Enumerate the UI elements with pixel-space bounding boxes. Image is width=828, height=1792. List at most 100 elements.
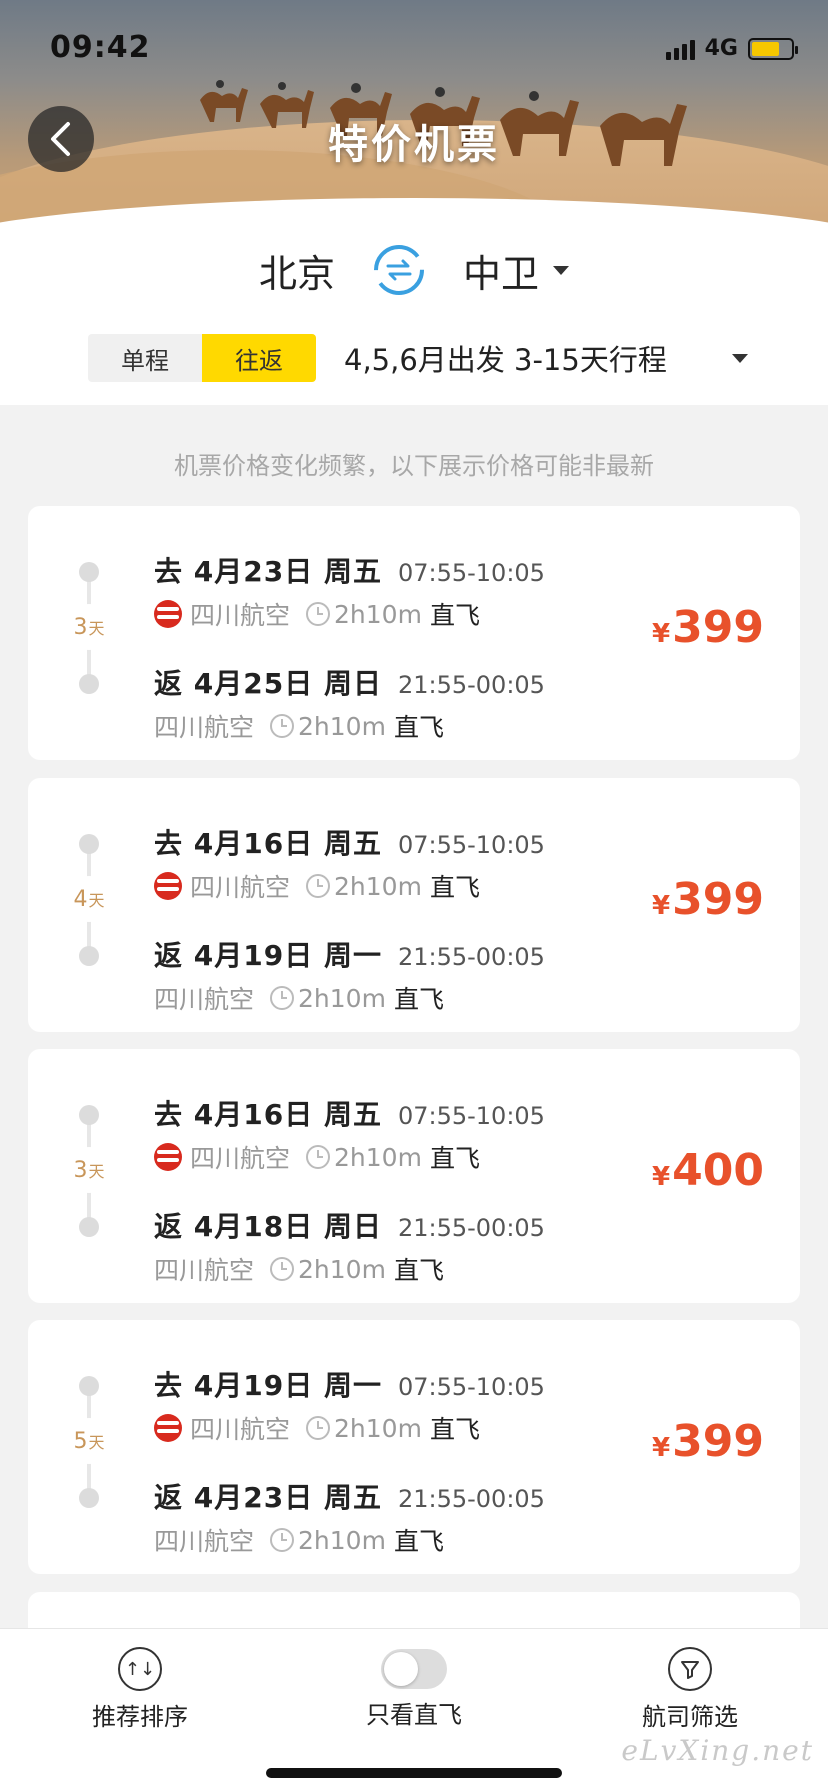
home-indicator — [266, 1768, 562, 1778]
trip-days-badge: 5天 — [66, 1418, 112, 1464]
status-time: 09:42 — [50, 30, 151, 65]
clock-icon — [270, 714, 295, 738]
price-value: 399 — [672, 874, 764, 925]
signal-icon — [665, 38, 695, 60]
flight-type: 直飞 — [429, 1144, 480, 1173]
trip-options: 单程 往返 4,5,6月出发 3-15天行程 — [88, 334, 748, 382]
sichuan-airlines-logo-icon — [154, 1143, 182, 1171]
one-way-tab[interactable]: 单程 — [88, 334, 202, 382]
airline-filter-label: 航司筛选 — [642, 1703, 738, 1731]
outbound-time: 07:55-10:05 — [397, 831, 545, 859]
flight-card[interactable]: 3天 去 4月16日 周五 07:55-10:05 四川航空 2h10m 直飞 … — [28, 1049, 800, 1303]
swap-icon[interactable] — [371, 242, 427, 298]
flight-duration: 2h10m — [334, 1142, 422, 1172]
caret-down-icon[interactable] — [732, 353, 748, 363]
price: ¥400 — [652, 1145, 764, 1196]
price-value: 399 — [672, 1416, 764, 1467]
flight-type: 直飞 — [393, 1256, 444, 1285]
airline-name: 四川航空 — [190, 873, 291, 902]
outbound-date: 去 4月16日 周五 — [154, 1098, 382, 1131]
outbound-time: 07:55-10:05 — [397, 1102, 545, 1130]
sort-button[interactable]: ↑↓ 推荐排序 — [40, 1647, 240, 1732]
sichuan-airlines-logo-icon — [154, 872, 182, 900]
currency-symbol: ¥ — [652, 891, 671, 921]
flight-duration: 2h10m — [334, 599, 422, 629]
outbound-time: 07:55-10:05 — [397, 559, 545, 587]
trip-timeline: 3天 — [66, 1105, 112, 1237]
sichuan-airlines-logo-icon — [154, 600, 182, 628]
toggle-switch[interactable] — [381, 1649, 447, 1689]
airline-name: 四川航空 — [154, 985, 255, 1014]
airline-name: 四川航空 — [190, 1415, 291, 1444]
route-panel: 北京 中卫 单程 往返 4,5,6月出发 3-15天行程 — [0, 230, 828, 405]
return-date: 返 4月25日 周日 — [154, 667, 382, 700]
clock-icon — [306, 602, 331, 626]
origin-city[interactable]: 北京 — [259, 243, 335, 298]
sort-icon: ↑↓ — [118, 1647, 162, 1691]
flight-duration: 2h10m — [298, 1525, 386, 1555]
destination-city: 中卫 — [463, 251, 540, 296]
outbound-date: 去 4月19日 周一 — [154, 1369, 382, 1402]
trip-days-badge: 3天 — [66, 1147, 112, 1193]
return-date: 返 4月23日 周五 — [154, 1481, 382, 1514]
airline-name: 四川航空 — [154, 1256, 255, 1285]
trip-timeline: 4天 — [66, 834, 112, 966]
airline-name: 四川航空 — [190, 601, 291, 630]
outbound-date: 去 4月16日 周五 — [154, 827, 382, 860]
departure-filter[interactable]: 4,5,6月出发 3-15天行程 — [344, 337, 724, 379]
direct-only-label: 只看直飞 — [366, 1701, 462, 1729]
return-leg: 返 4月19日 周一 21:55-00:05 四川航空 2h10m 直飞 — [154, 934, 545, 1016]
return-time: 21:55-00:05 — [397, 1214, 545, 1242]
outbound-leg: 去 4月23日 周五 07:55-10:05 四川航空 2h10m 直飞 — [154, 550, 545, 632]
clock-icon — [306, 874, 331, 898]
flight-card[interactable]: 4天 去 4月16日 周五 07:55-10:05 四川航空 2h10m 直飞 … — [28, 778, 800, 1032]
flight-duration: 2h10m — [334, 1413, 422, 1443]
flight-type: 直飞 — [393, 985, 444, 1014]
return-time: 21:55-00:05 — [397, 671, 545, 699]
trip-days-badge: 4天 — [66, 876, 112, 922]
currency-symbol: ¥ — [652, 619, 671, 649]
route-row: 北京 中卫 — [0, 230, 828, 310]
price-notice: 机票价格变化频繁，以下展示价格可能非最新 — [174, 452, 654, 480]
return-date: 返 4月18日 周日 — [154, 1210, 382, 1243]
caret-down-icon — [553, 265, 570, 275]
outbound-leg: 去 4月16日 周五 07:55-10:05 四川航空 2h10m 直飞 — [154, 822, 545, 904]
flight-card[interactable]: 3天 去 4月23日 周五 07:55-10:05 四川航空 2h10m 直飞 … — [28, 506, 800, 760]
trip-type-toggle: 单程 往返 — [88, 334, 316, 382]
destination-selector[interactable]: 中卫 — [463, 243, 570, 298]
sort-label: 推荐排序 — [92, 1703, 188, 1731]
outbound-leg: 去 4月16日 周五 07:55-10:05 四川航空 2h10m 直飞 — [154, 1093, 545, 1175]
airline-name: 四川航空 — [190, 1144, 291, 1173]
return-leg: 返 4月18日 周日 21:55-00:05 四川航空 2h10m 直飞 — [154, 1205, 545, 1287]
price: ¥399 — [652, 602, 764, 653]
flight-type: 直飞 — [393, 1527, 444, 1556]
price-value: 399 — [672, 602, 764, 653]
return-time: 21:55-00:05 — [397, 1485, 545, 1513]
round-trip-tab[interactable]: 往返 — [202, 334, 316, 382]
sichuan-airlines-logo-icon — [154, 1414, 182, 1442]
currency-symbol: ¥ — [652, 1162, 671, 1192]
airline-name: 四川航空 — [154, 1527, 255, 1556]
clock-icon — [306, 1416, 331, 1440]
return-leg: 返 4月23日 周五 21:55-00:05 四川航空 2h10m 直飞 — [154, 1476, 545, 1558]
flight-card[interactable]: 5天 去 4月19日 周一 07:55-10:05 四川航空 2h10m 直飞 … — [28, 1320, 800, 1574]
flight-duration: 2h10m — [298, 983, 386, 1013]
trip-timeline: 5天 — [66, 1376, 112, 1508]
outbound-time: 07:55-10:05 — [397, 1373, 545, 1401]
airline-filter-button[interactable]: 航司筛选 — [590, 1647, 790, 1732]
flight-type: 直飞 — [429, 601, 480, 630]
flight-duration: 2h10m — [298, 1254, 386, 1284]
network-label: 4G — [704, 36, 738, 61]
status-icons: 4G — [665, 36, 798, 61]
currency-symbol: ¥ — [652, 1433, 671, 1463]
watermark: eLvXing.net — [621, 1734, 814, 1767]
filter-icon — [668, 1647, 712, 1691]
price-value: 400 — [672, 1145, 764, 1196]
clock-icon — [270, 1257, 295, 1281]
clock-icon — [306, 1145, 331, 1169]
direct-only-toggle[interactable]: 只看直飞 — [314, 1647, 514, 1730]
clock-icon — [270, 986, 295, 1010]
flight-duration: 2h10m — [334, 871, 422, 901]
price: ¥399 — [652, 1416, 764, 1467]
flight-type: 直飞 — [393, 713, 444, 742]
